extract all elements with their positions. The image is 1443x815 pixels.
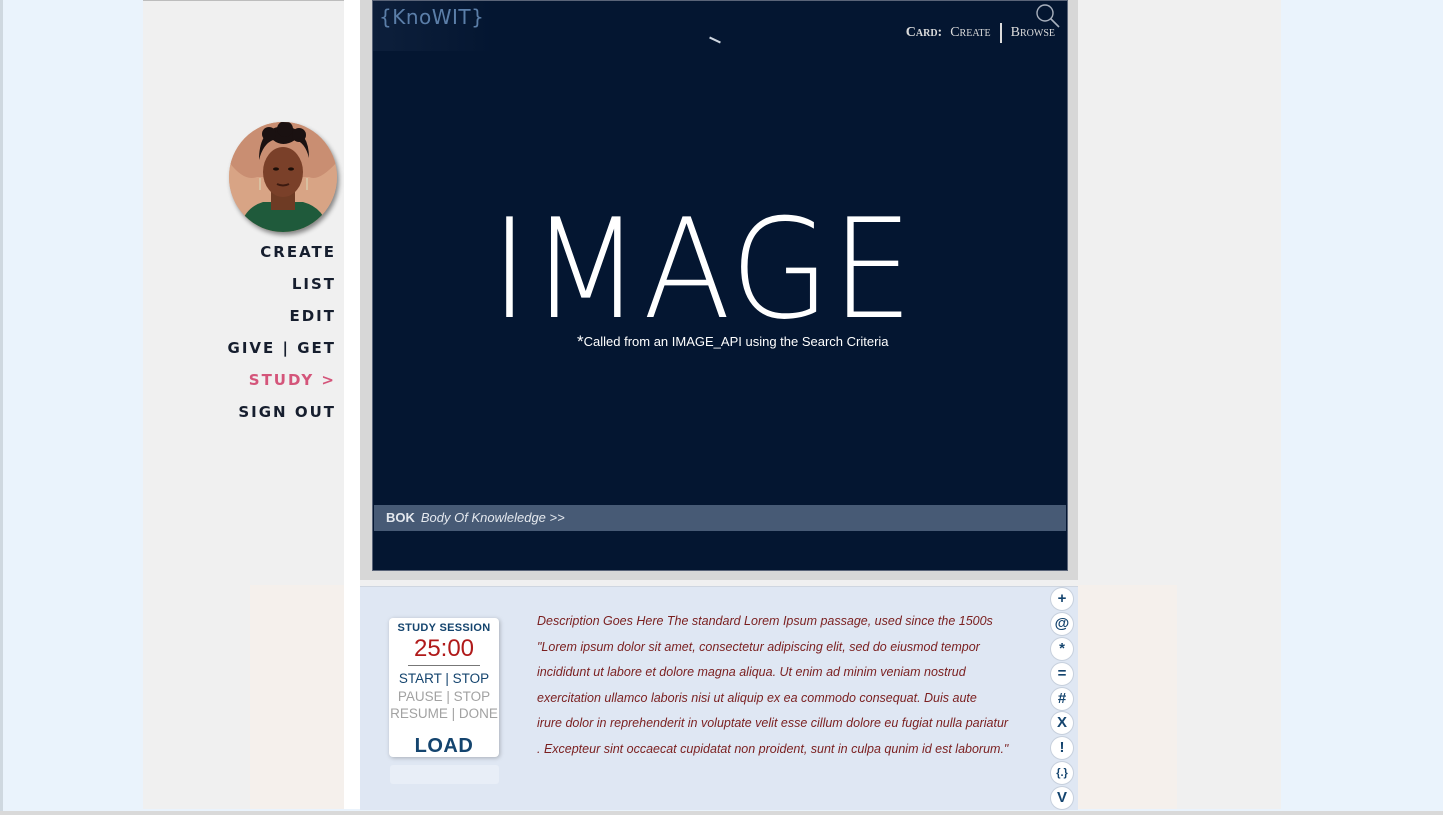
resume-button[interactable]: RESUME xyxy=(390,706,448,721)
hash-icon[interactable]: # xyxy=(1051,687,1073,710)
x-icon[interactable]: X xyxy=(1051,712,1073,735)
timer-footer-strip xyxy=(390,765,499,784)
card-browse-link[interactable]: Browse xyxy=(1011,25,1055,41)
decor-shade-left xyxy=(250,585,344,809)
gap-strip xyxy=(344,0,360,809)
app-logo[interactable]: {KnoWIT} xyxy=(379,5,484,29)
description-line: "Lorem ipsum dolor sit amet, consectetur… xyxy=(537,639,980,654)
page-left-edge xyxy=(0,0,3,815)
braces-icon[interactable]: {.} xyxy=(1051,762,1073,785)
start-button[interactable]: START xyxy=(399,671,442,686)
chevron-down-icon[interactable]: V xyxy=(1051,787,1073,810)
image-note-star: * xyxy=(577,332,584,351)
decor-tick xyxy=(709,36,721,44)
avatar-portrait xyxy=(229,122,337,232)
nav-list[interactable]: LIST xyxy=(143,273,336,305)
timer-sep: | xyxy=(446,688,450,704)
done-button[interactable]: DONE xyxy=(459,706,498,721)
load-button[interactable]: LOAD xyxy=(389,735,499,758)
timer-sep: | xyxy=(445,671,449,686)
image-note-text: Called from an IMAGE_API using the Searc… xyxy=(583,334,889,349)
avatar[interactable] xyxy=(229,122,337,232)
stop-button[interactable]: STOP xyxy=(453,671,490,686)
nav-study[interactable]: STUDY > xyxy=(143,369,336,401)
exclamation-icon[interactable]: ! xyxy=(1051,737,1073,760)
bok-bar[interactable]: BOK Body Of Knowleledge >> xyxy=(374,505,1066,531)
description-line: incididunt ut labore et dolore magna ali… xyxy=(537,665,966,680)
page-bottom-edge xyxy=(0,811,1443,815)
nav-create[interactable]: CREATE xyxy=(143,241,336,273)
card-description: Description Goes Here The standard Lorem… xyxy=(537,609,1037,763)
timer-divider xyxy=(408,665,480,666)
timer-row-pause-stop: PAUSE | STOP xyxy=(389,688,499,706)
bok-abbrev: BOK xyxy=(386,510,415,525)
plus-icon[interactable]: + xyxy=(1051,588,1073,610)
description-line: irure dolor in reprehenderit in voluptat… xyxy=(537,716,1009,731)
nav-sign-out[interactable]: SIGN OUT xyxy=(143,401,336,433)
sidebar-nav: CREATE LIST EDIT GIVE | GET STUDY > SIGN… xyxy=(143,241,336,433)
study-session-timer: STUDY SESSION 25:00 START | STOP PAUSE |… xyxy=(389,618,499,757)
image-placeholder: IMAGE xyxy=(490,189,915,350)
stop-button-secondary[interactable]: STOP xyxy=(454,689,491,704)
timer-title: STUDY SESSION xyxy=(397,622,491,634)
timer-sep: | xyxy=(451,706,456,721)
at-icon[interactable]: @ xyxy=(1051,612,1073,635)
side-action-icons: + @ * = # X ! {.} V xyxy=(1051,588,1075,812)
equals-icon[interactable]: = xyxy=(1051,662,1073,685)
card: {KnoWIT} Card: Create Browse IMAGE *Call… xyxy=(372,0,1068,571)
timer-row-resume-done: RESUME | DONE xyxy=(389,705,499,723)
card-nav: Card: Create Browse xyxy=(906,23,1055,43)
nav-give-get[interactable]: GIVE | GET xyxy=(143,337,336,369)
description-line: . Excepteur sint occaecat cupidatat non … xyxy=(537,741,1009,756)
pause-button[interactable]: PAUSE xyxy=(398,689,443,704)
card-create-link[interactable]: Create xyxy=(950,25,990,41)
timer-display: 25:00 xyxy=(413,635,475,662)
decor-shade-right xyxy=(1077,585,1177,809)
bok-text: Body Of Knowleledge >> xyxy=(420,510,565,525)
card-nav-divider xyxy=(999,23,1002,43)
card-nav-label: Card: xyxy=(905,25,943,40)
image-note: *Called from an IMAGE_API using the Sear… xyxy=(577,331,889,351)
description-line: Description Goes Here The standard Lorem… xyxy=(537,614,993,628)
timer-row-start-stop: START | STOP xyxy=(389,670,499,688)
asterisk-icon[interactable]: * xyxy=(1051,637,1073,660)
description-line: exercitation ullamco laboris nisi ut ali… xyxy=(537,690,977,705)
nav-edit[interactable]: EDIT xyxy=(143,305,336,337)
